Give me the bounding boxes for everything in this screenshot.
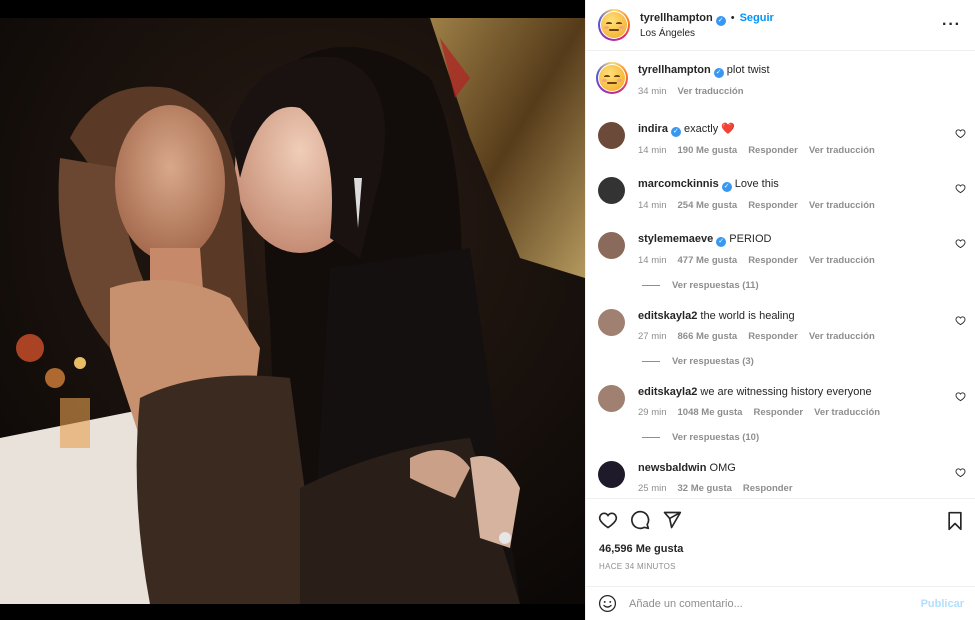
like-comment-heart-icon[interactable] xyxy=(955,391,966,402)
comment-item: indira ✓ exactly ❤️ 14 min 190 Me gusta Res… xyxy=(586,122,975,156)
reply-button[interactable]: Responder xyxy=(753,407,803,418)
comment-avatar[interactable] xyxy=(598,232,625,259)
verified-badge-icon: ✓ xyxy=(721,182,732,192)
comment-time[interactable]: 27 min xyxy=(638,331,667,342)
comment-username[interactable]: newsbaldwin xyxy=(638,462,706,474)
more-options-icon[interactable]: ··· xyxy=(942,16,961,34)
view-replies-button[interactable]: Ver respuestas (3) xyxy=(586,356,975,367)
like-comment-heart-icon[interactable] xyxy=(955,467,966,478)
comment-bubble-icon[interactable] xyxy=(630,510,650,530)
caption-translate[interactable]: Ver traducción xyxy=(678,86,744,97)
comment-text: the world is healing xyxy=(700,310,795,322)
emoji-avatar-icon xyxy=(599,65,625,91)
translate-button[interactable]: Ver traducción xyxy=(809,145,875,156)
view-replies-button[interactable]: Ver respuestas (10) xyxy=(586,432,975,443)
caption-text: plot twist xyxy=(726,64,770,76)
caption-username[interactable]: tyrellhampton xyxy=(638,64,711,76)
reply-button[interactable]: Responder xyxy=(748,331,798,342)
translate-button[interactable]: Ver traducción xyxy=(809,200,875,211)
comment-text: we are witnessing history everyone xyxy=(700,386,872,398)
caption: tyrellhampton ✓ plot twist 34 min Ver trad… xyxy=(586,62,975,97)
post-header: tyrellhampton ✓ • Seguir Los Ángeles ··· xyxy=(586,0,975,51)
verified-badge-icon: ✓ xyxy=(670,127,681,137)
caption-avatar[interactable] xyxy=(596,62,628,94)
verified-badge-icon: ✓ xyxy=(716,237,727,247)
translate-button[interactable]: Ver traducción xyxy=(814,407,880,418)
post-sidebar: tyrellhampton ✓ • Seguir Los Ángeles ··· ty… xyxy=(585,0,975,620)
like-comment-heart-icon[interactable] xyxy=(955,238,966,249)
like-heart-icon[interactable] xyxy=(598,510,618,530)
comment-item: newsbaldwin OMG 25 min 32 Me gusta Respond… xyxy=(586,461,975,494)
comment-text: PERIOD xyxy=(729,233,772,245)
comment-likes[interactable]: 1048 Me gusta xyxy=(678,407,743,418)
comment-avatar[interactable] xyxy=(598,309,625,336)
comment-composer: Publicar xyxy=(586,586,975,620)
like-comment-heart-icon[interactable] xyxy=(955,315,966,326)
comment-item: marcomckinnis ✓ Love this 14 min 254 Me gu… xyxy=(586,177,975,211)
comment-likes[interactable]: 190 Me gusta xyxy=(678,145,738,156)
comment-time[interactable]: 14 min xyxy=(638,255,667,266)
verified-badge-icon: ✓ xyxy=(713,68,724,78)
comment-likes[interactable]: 866 Me gusta xyxy=(678,331,738,342)
share-paper-plane-icon[interactable] xyxy=(662,510,682,530)
comment-time[interactable]: 14 min xyxy=(638,145,667,156)
comment-avatar[interactable] xyxy=(598,385,625,412)
comment-username[interactable]: marcomckinnis xyxy=(638,178,719,190)
post-timestamp: HACE 34 MINUTOS xyxy=(599,562,676,571)
post-photo[interactable] xyxy=(0,18,585,604)
comment-username[interactable]: editskayla2 xyxy=(638,386,697,398)
comment-likes[interactable]: 254 Me gusta xyxy=(678,200,738,211)
comment-avatar[interactable] xyxy=(598,122,625,149)
comment-username[interactable]: stylememaeve xyxy=(638,233,713,245)
translate-button[interactable]: Ver traducción xyxy=(809,255,875,266)
reply-button[interactable]: Responder xyxy=(748,145,798,156)
reply-button[interactable]: Responder xyxy=(743,483,793,494)
comment-item: editskayla2 the world is healing 27 min 8… xyxy=(586,309,975,342)
comment-input[interactable] xyxy=(629,597,909,610)
comments-list[interactable]: tyrellhampton ✓ plot twist 34 min Ver trad… xyxy=(586,52,975,498)
view-replies-button[interactable]: Ver respuestas (11) xyxy=(586,280,975,291)
comment-text: exactly ❤️ xyxy=(684,123,736,135)
likes-count[interactable]: 46,596 Me gusta xyxy=(599,543,683,555)
post-modal: tyrellhampton ✓ • Seguir Los Ángeles ··· ty… xyxy=(0,0,975,620)
like-comment-heart-icon[interactable] xyxy=(955,183,966,194)
translate-button[interactable]: Ver traducción xyxy=(809,331,875,342)
comment-time[interactable]: 29 min xyxy=(638,407,667,418)
follow-button[interactable]: Seguir xyxy=(740,12,774,24)
comment-text: Love this xyxy=(734,178,779,190)
comment-time[interactable]: 25 min xyxy=(638,483,667,494)
save-button[interactable] xyxy=(946,511,964,531)
author-avatar[interactable] xyxy=(598,9,630,41)
caption-time[interactable]: 34 min xyxy=(638,86,667,97)
comment-username[interactable]: editskayla2 xyxy=(638,310,697,322)
post-location[interactable]: Los Ángeles xyxy=(640,26,774,41)
comment-avatar[interactable] xyxy=(598,177,625,204)
bookmark-icon xyxy=(948,511,962,531)
emoji-smile-icon[interactable] xyxy=(598,594,617,613)
comment-likes[interactable]: 32 Me gusta xyxy=(678,483,732,494)
comment-likes[interactable]: 477 Me gusta xyxy=(678,255,738,266)
emoji-avatar-icon xyxy=(601,12,627,38)
comment-item: stylememaeve ✓ PERIOD 14 min 477 Me gusta R… xyxy=(586,232,975,266)
comment-text: OMG xyxy=(709,462,736,474)
comment-item: editskayla2 we are witnessing history ev… xyxy=(586,385,975,418)
action-bar: 46,596 Me gusta HACE 34 MINUTOS xyxy=(586,498,975,586)
publish-button[interactable]: Publicar xyxy=(921,598,964,610)
comment-avatar[interactable] xyxy=(598,461,625,488)
comment-time[interactable]: 14 min xyxy=(638,200,667,211)
like-comment-heart-icon[interactable] xyxy=(955,128,966,139)
photo-pane xyxy=(0,0,585,620)
separator-dot: • xyxy=(730,12,735,24)
verified-badge-icon: ✓ xyxy=(715,16,726,26)
author-username[interactable]: tyrellhampton xyxy=(640,12,713,24)
reply-button[interactable]: Responder xyxy=(748,200,798,211)
comment-username[interactable]: indira xyxy=(638,123,668,135)
reply-button[interactable]: Responder xyxy=(748,255,798,266)
